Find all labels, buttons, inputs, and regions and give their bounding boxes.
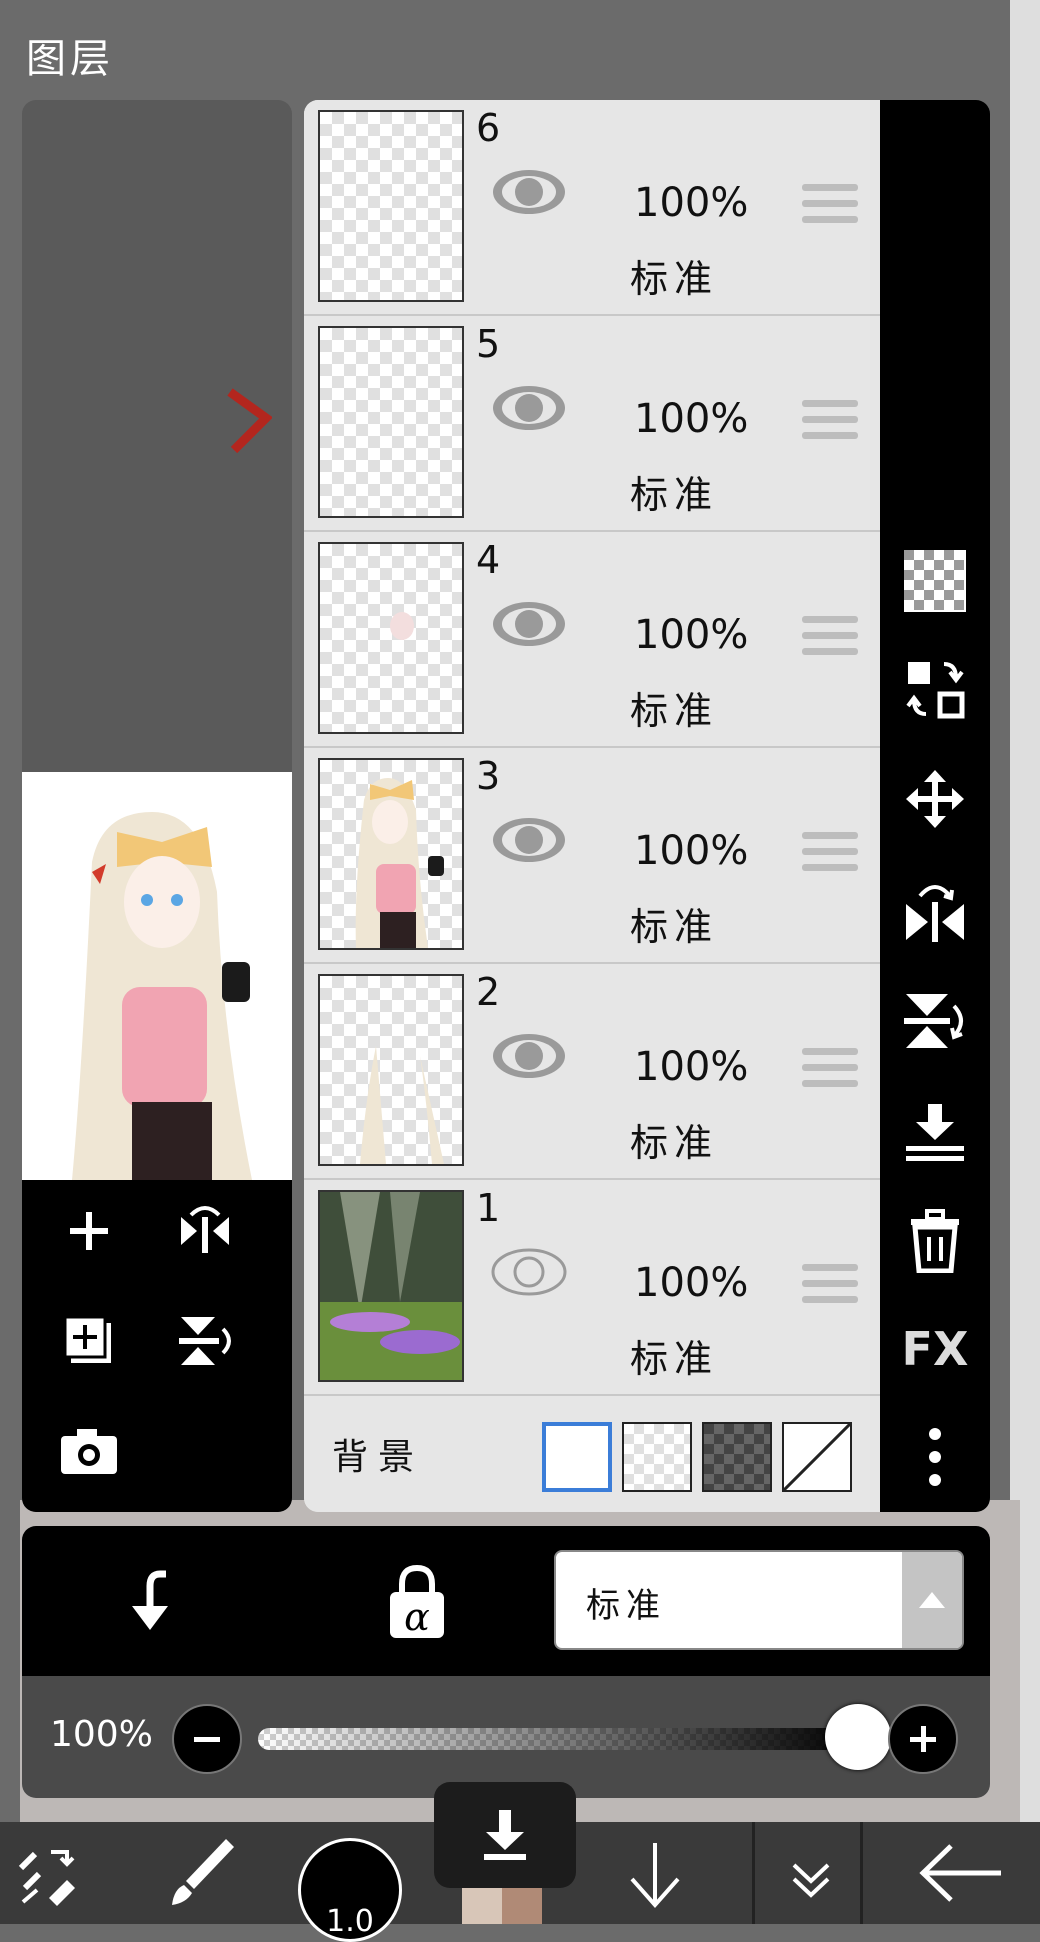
layer-opacity: 100% [634, 612, 749, 658]
layer-blend-mode: 标准 [630, 689, 719, 733]
move-icon[interactable] [900, 764, 970, 834]
fx-icon[interactable]: FX [900, 1314, 970, 1384]
layer-number: 1 [476, 1186, 501, 1230]
opacity-value: 100% [50, 1714, 153, 1755]
transparency-checker-icon[interactable] [900, 546, 970, 616]
layer-down-icon[interactable] [610, 1822, 700, 1924]
toolbar-divider [860, 1822, 863, 1924]
chevron-double-down-icon[interactable] [766, 1822, 856, 1924]
background-row: 背景 [304, 1396, 880, 1512]
visibility-eye-icon[interactable] [490, 166, 568, 218]
brush-size-indicator[interactable]: 1.0 [298, 1838, 402, 1942]
layer-thumbnail [318, 326, 464, 518]
transform-icon[interactable] [6, 1822, 86, 1924]
background-label: 背景 [332, 1437, 425, 1478]
merge-down-icon[interactable] [900, 1096, 970, 1166]
visibility-eye-off-icon[interactable] [490, 1246, 568, 1298]
drag-handle-icon[interactable] [802, 184, 858, 234]
background-dark-swatch[interactable] [702, 1422, 772, 1492]
camera-icon[interactable] [54, 1416, 124, 1486]
layer-number: 5 [476, 322, 501, 366]
blend-mode-select[interactable]: 标准 [554, 1550, 964, 1650]
layer-number: 4 [476, 538, 501, 582]
opacity-control: 100% [22, 1676, 990, 1798]
canvas-preview [22, 100, 292, 1512]
add-layer-icon[interactable] [54, 1196, 124, 1266]
layer-tools-bar: FX [880, 100, 990, 1512]
background-transparent-swatch[interactable] [622, 1422, 692, 1492]
layer-row[interactable]: 6 100% 标准 [304, 100, 880, 316]
opacity-decrease-button[interactable] [172, 1704, 242, 1774]
background-none-swatch[interactable] [782, 1422, 852, 1492]
layer-blend-mode: 标准 [630, 473, 719, 517]
visibility-eye-icon[interactable] [490, 1030, 568, 1082]
layer-action-bar: α 标准 [22, 1526, 990, 1676]
layer-thumbnail [318, 110, 464, 302]
layer-thumbnail [318, 974, 464, 1166]
flip-vertical-icon[interactable] [900, 986, 970, 1056]
layer-blend-mode: 标准 [630, 1337, 719, 1381]
preview-image [22, 772, 292, 1180]
character-illustration [72, 812, 252, 1180]
dropdown-arrow-icon[interactable] [902, 1552, 962, 1648]
layer-row[interactable]: 2 100% 标准 [304, 964, 880, 1180]
opacity-increase-button[interactable] [888, 1704, 958, 1774]
layer-number: 3 [476, 754, 501, 798]
preview-toolbar [22, 1180, 292, 1512]
alpha-lock-icon[interactable]: α [382, 1562, 452, 1642]
svg-text:α: α [404, 1595, 430, 1639]
download-icon[interactable] [434, 1782, 576, 1888]
panel-title: 图层 [26, 36, 114, 82]
trash-icon[interactable] [900, 1206, 970, 1276]
clip-arrow-icon[interactable] [120, 1566, 190, 1636]
blend-mode-value: 标准 [586, 1586, 666, 1626]
drag-handle-icon[interactable] [802, 1048, 858, 1098]
flip-horizontal-icon[interactable] [170, 1196, 240, 1266]
drag-handle-icon[interactable] [802, 616, 858, 666]
layer-row[interactable]: 3 100% 标准 [304, 748, 880, 964]
layer-opacity: 100% [634, 396, 749, 442]
layer-opacity: 100% [634, 1260, 749, 1306]
opacity-slider-thumb[interactable] [825, 1704, 891, 1770]
layer-number: 2 [476, 970, 501, 1014]
layer-panel: 图层 6 100% 标准 5 100% 标准 4 100% 标准 3 100% … [0, 0, 1010, 1798]
visibility-eye-icon[interactable] [490, 814, 568, 866]
layer-thumbnail [318, 1190, 464, 1382]
layer-thumbnail [318, 758, 464, 950]
layer-list: 6 100% 标准 5 100% 标准 4 100% 标准 3 100% 标准 … [304, 100, 880, 1512]
layer-blend-mode: 标准 [630, 905, 719, 949]
visibility-eye-icon[interactable] [490, 382, 568, 434]
layer-number: 6 [476, 106, 501, 150]
opacity-slider-track[interactable] [258, 1728, 858, 1750]
layer-opacity: 100% [634, 828, 749, 874]
canvas-stroke-mark [227, 388, 272, 454]
back-arrow-icon[interactable] [900, 1822, 1020, 1924]
flip-horizontal-icon[interactable] [900, 874, 970, 944]
drag-handle-icon[interactable] [802, 400, 858, 450]
more-options-icon[interactable] [900, 1422, 970, 1492]
toolbar-divider [752, 1822, 755, 1924]
layer-row[interactable]: 5 100% 标准 [304, 316, 880, 532]
visibility-eye-icon[interactable] [490, 598, 568, 650]
flip-vertical-icon[interactable] [170, 1306, 240, 1376]
layer-blend-mode: 标准 [630, 257, 719, 301]
drag-handle-icon[interactable] [802, 832, 858, 882]
drag-handle-icon[interactable] [802, 1264, 858, 1314]
brush-icon[interactable] [150, 1822, 250, 1924]
layer-opacity: 100% [634, 180, 749, 226]
layer-thumbnail [318, 542, 464, 734]
swap-layers-icon[interactable] [900, 654, 970, 724]
color-swatch[interactable] [462, 1882, 542, 1924]
duplicate-layer-icon[interactable] [54, 1306, 124, 1376]
layer-blend-mode: 标准 [630, 1121, 719, 1165]
layer-opacity: 100% [634, 1044, 749, 1090]
layer-row[interactable]: 1 100% 标准 [304, 1180, 880, 1396]
background-white-swatch[interactable] [542, 1422, 612, 1492]
layer-row[interactable]: 4 100% 标准 [304, 532, 880, 748]
